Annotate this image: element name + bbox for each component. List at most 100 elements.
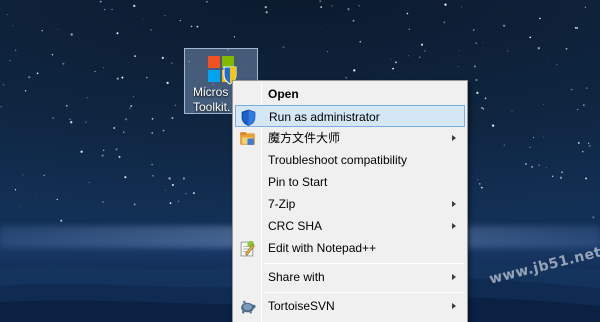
menu-item-label: 魔方文件大师	[268, 131, 341, 145]
star	[419, 56, 421, 58]
star	[171, 184, 174, 186]
menu-item-share-with[interactable]: Share with	[235, 266, 465, 288]
star	[52, 117, 54, 119]
star	[424, 50, 426, 52]
star	[347, 8, 350, 11]
star	[133, 96, 134, 98]
menu-item-edit-with-notepad-plus-plus[interactable]: Edit with Notepad++	[235, 237, 465, 259]
star	[2, 84, 5, 86]
submenu-arrow-icon	[452, 274, 456, 280]
star	[56, 198, 58, 201]
star	[151, 132, 154, 134]
menu-item-label: CRC SHA	[268, 219, 323, 233]
star	[174, 104, 176, 106]
star	[353, 69, 356, 72]
star	[182, 177, 186, 180]
star	[345, 77, 347, 79]
star	[12, 25, 14, 27]
star	[166, 58, 167, 60]
star	[116, 77, 119, 80]
star	[192, 192, 195, 195]
star	[65, 104, 68, 107]
star	[161, 56, 164, 60]
star	[121, 76, 124, 79]
star	[531, 166, 533, 168]
menu-item-label: TortoiseSVN	[268, 299, 335, 313]
star	[525, 163, 527, 165]
star	[532, 137, 534, 139]
star	[151, 174, 154, 177]
menu-item-7zip[interactable]: 7-Zip	[235, 193, 465, 215]
star	[484, 97, 487, 100]
star	[502, 24, 506, 27]
star	[319, 0, 322, 3]
menu-item-label: Troubleshoot compatibility	[268, 153, 407, 167]
star	[444, 3, 447, 6]
star	[481, 107, 483, 109]
star	[134, 55, 136, 57]
star	[475, 42, 478, 45]
star	[0, 105, 2, 108]
star	[102, 149, 105, 152]
star	[352, 19, 355, 22]
star	[545, 167, 547, 169]
star	[206, 0, 208, 3]
menu-separator	[264, 263, 464, 264]
star	[408, 28, 411, 31]
star	[552, 175, 554, 177]
star	[196, 25, 199, 28]
star	[539, 17, 541, 20]
star	[43, 174, 45, 176]
star	[394, 61, 397, 64]
menu-item-label: Pin to Start	[268, 175, 328, 189]
star	[584, 6, 587, 8]
star	[34, 197, 36, 199]
menu-item-label: Run as administrator	[269, 110, 380, 124]
submenu-arrow-icon	[452, 303, 456, 309]
menu-item-crc-sha[interactable]: CRC SHA	[235, 215, 465, 237]
star	[559, 176, 563, 179]
star	[331, 5, 333, 7]
submenu-arrow-icon	[452, 135, 456, 141]
star	[503, 144, 505, 146]
star	[41, 30, 43, 32]
menu-item-run-as-administrator[interactable]: Run as administrator	[235, 105, 465, 127]
star	[585, 177, 588, 180]
star	[94, 70, 96, 73]
star	[282, 46, 285, 49]
star	[577, 108, 579, 111]
menu-item-mofang-file-master[interactable]: 魔方文件大师	[235, 127, 465, 149]
star	[476, 91, 479, 95]
menu-item-pin-to-start[interactable]: Pin to Start	[235, 171, 465, 193]
star	[473, 65, 476, 68]
menu-item-label: Edit with Notepad++	[268, 241, 377, 255]
star	[6, 14, 8, 16]
star	[574, 26, 577, 29]
star	[22, 174, 24, 176]
star	[480, 186, 483, 189]
star	[124, 176, 127, 179]
star	[548, 60, 549, 62]
star	[443, 21, 446, 24]
star	[169, 202, 172, 205]
star	[461, 6, 463, 8]
menu-item-tortoisesvn[interactable]: TortoiseSVN	[235, 295, 465, 317]
star	[475, 79, 478, 81]
star	[477, 179, 479, 181]
star	[511, 110, 513, 112]
star	[420, 43, 424, 46]
star	[406, 12, 409, 15]
menu-item-open[interactable]: Open	[235, 83, 465, 105]
star	[529, 36, 532, 39]
star	[130, 104, 133, 108]
star	[70, 121, 73, 124]
star	[582, 104, 585, 107]
menu-item-troubleshoot-compatibility[interactable]: Troubleshoot compatibility	[235, 149, 465, 171]
star	[166, 81, 169, 85]
star	[408, 55, 409, 57]
star	[587, 142, 590, 145]
menu-separator	[264, 292, 464, 293]
submenu-arrow-icon	[452, 223, 456, 229]
star	[177, 200, 180, 203]
star	[165, 189, 166, 191]
